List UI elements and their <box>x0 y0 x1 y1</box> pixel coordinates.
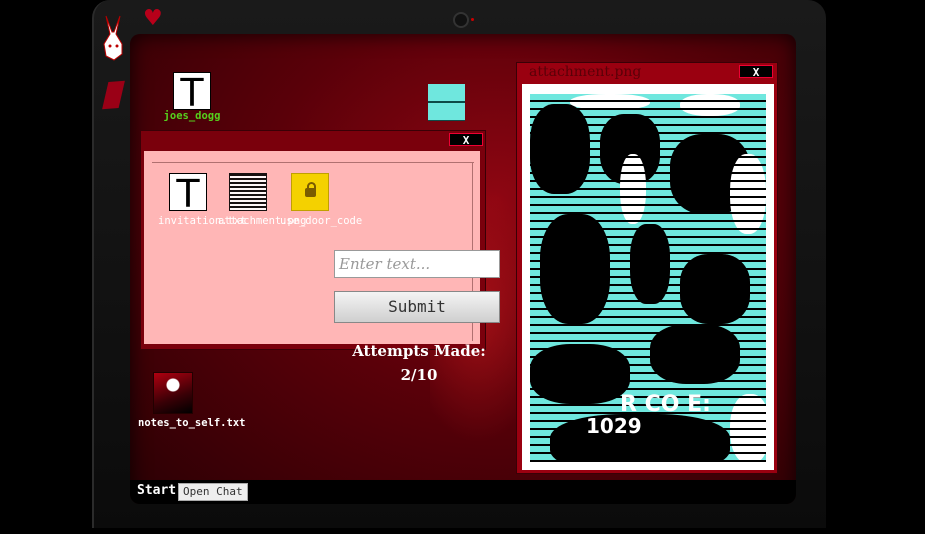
webcam-led <box>471 18 474 21</box>
notes-thumbnail-icon <box>153 372 193 414</box>
attempts-counter: Attempts Made: 2/10 <box>344 339 494 387</box>
attachment-image: R CO E: 1029 <box>530 94 766 462</box>
webcam-icon <box>453 12 469 28</box>
close-button[interactable]: X <box>739 65 773 79</box>
file-attachment[interactable]: attachment.png <box>218 173 307 228</box>
attempts-label: Attempts Made: <box>352 342 486 360</box>
submit-button[interactable]: Submit <box>334 291 500 323</box>
bunny-icon <box>103 15 123 61</box>
file-label: attachment.png <box>218 215 307 227</box>
window-titlebar[interactable]: X <box>141 131 485 148</box>
text-file-icon: T <box>169 173 207 214</box>
divider <box>152 162 474 163</box>
window-title[interactable]: attachment.png <box>529 64 641 81</box>
start-button[interactable]: Start <box>134 482 180 500</box>
file-invitation[interactable]: T invitation.txt <box>158 173 247 228</box>
desktop-screen: T joes_dogg notes_to_self.txt X T invita… <box>130 34 796 504</box>
image-viewer-window: attachment.png X R CO E: 1029 <box>516 62 778 474</box>
taskbar: Start Open Chat <box>130 480 796 504</box>
attempts-value: 2/10 <box>400 366 438 384</box>
text-file-icon: T <box>173 72 211 113</box>
file-label: use_door_code <box>280 215 363 227</box>
file-label: invitation.txt <box>158 215 247 227</box>
teal-image-icon[interactable] <box>428 84 465 121</box>
file-use-door-code[interactable]: use_door_code <box>280 173 363 228</box>
image-frame: R CO E: 1029 <box>522 84 774 470</box>
code-input[interactable]: Enter text... <box>334 250 500 278</box>
desktop-icon-label: joes_dogg <box>163 110 221 122</box>
image-text: 1029 <box>586 414 642 438</box>
lock-icon <box>291 173 329 211</box>
image-file-icon <box>229 173 267 211</box>
desktop-icon-label: notes_to_self.txt <box>138 417 246 429</box>
desktop-icon-notes-to-self[interactable]: notes_to_self.txt <box>138 372 246 430</box>
heart-icon: ♥ <box>143 6 163 31</box>
desktop-icon-joes-dogg[interactable]: T joes_dogg <box>160 72 224 123</box>
close-button[interactable]: X <box>449 133 483 147</box>
open-chat-button[interactable]: Open Chat <box>178 483 248 501</box>
